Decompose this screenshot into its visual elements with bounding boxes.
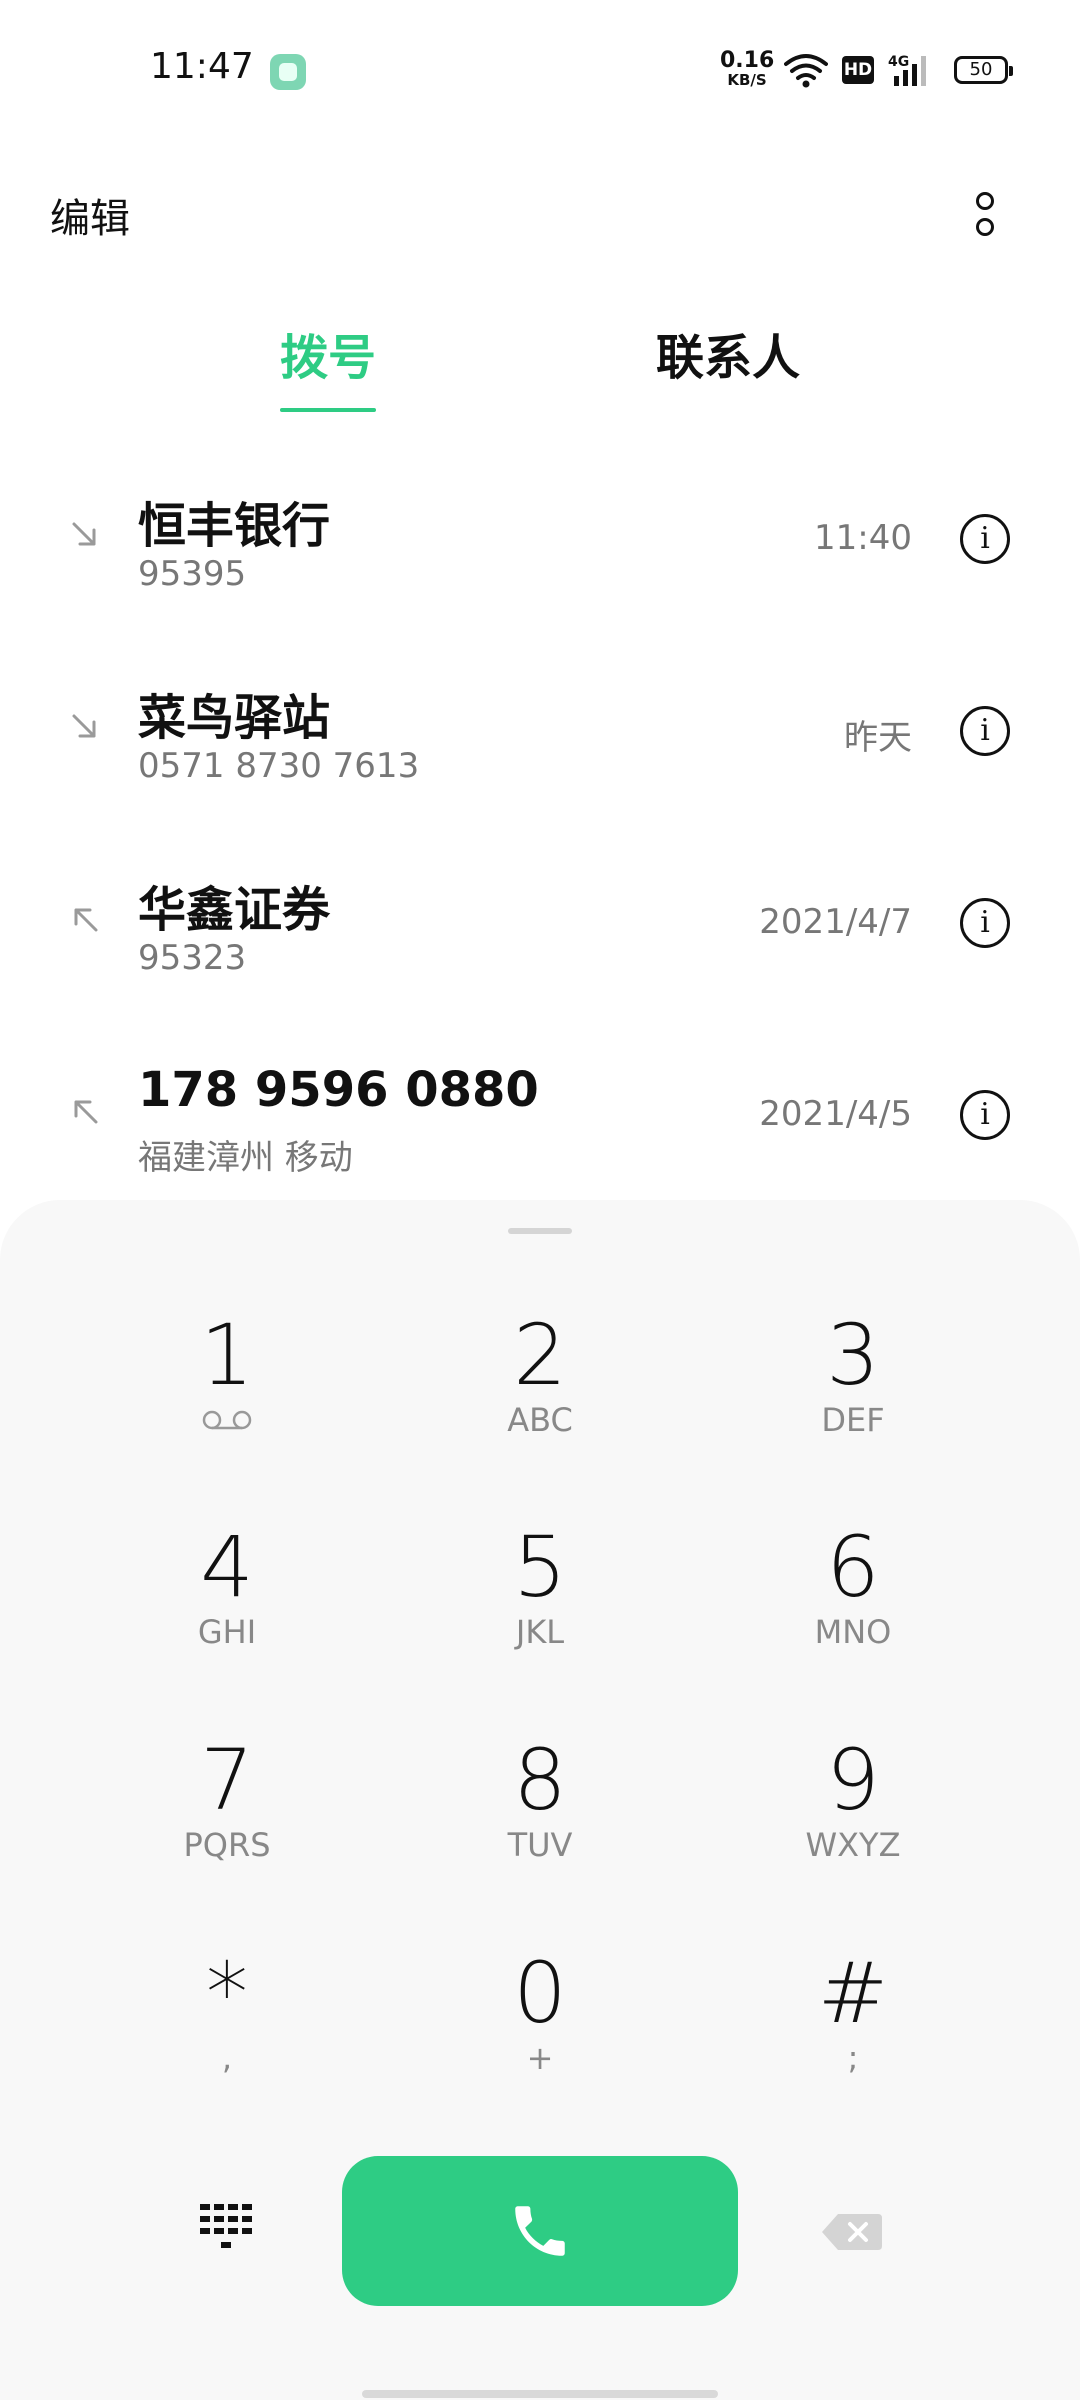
- call-log-row[interactable]: 华鑫证券 95323 2021/4/7 i: [0, 834, 1080, 1026]
- dial-key-digit: 2: [513, 1306, 567, 1404]
- cell-signal-icon: 4G: [888, 54, 926, 86]
- call-log-row[interactable]: 菜鸟驿站 0571 8730 7613 昨天 i: [0, 642, 1080, 834]
- backspace-icon[interactable]: [820, 2212, 884, 2252]
- network-type-label: 4G: [888, 54, 909, 70]
- call-log-number: 95323: [138, 938, 247, 978]
- dial-key-letters: JKL: [515, 1613, 565, 1651]
- network-speed: 0.16 KB/S: [720, 48, 775, 89]
- wifi-icon: [784, 54, 828, 88]
- dial-key-digit: 3: [826, 1306, 880, 1404]
- dial-key-3[interactable]: 3 DEF: [733, 1310, 973, 1480]
- call-log-time: 11:40: [814, 518, 912, 558]
- dial-key-letters: MNO: [814, 1613, 892, 1651]
- dial-key-digit: 4: [200, 1518, 254, 1616]
- dial-key-letters: +: [526, 2039, 554, 2077]
- more-options-icon[interactable]: [960, 180, 1010, 250]
- dial-key-digit: *: [206, 1944, 248, 2042]
- info-icon[interactable]: i: [960, 514, 1010, 564]
- call-outgoing-icon: [74, 908, 98, 932]
- call-log-number: 0571 8730 7613: [138, 746, 420, 786]
- dial-key-8[interactable]: 8 TUV: [420, 1735, 660, 1905]
- call-outgoing-icon: [74, 1100, 98, 1124]
- dial-key-digit: #: [817, 1944, 889, 2042]
- dial-key-hash[interactable]: # ;: [733, 1948, 973, 2118]
- call-log-row[interactable]: 178 9596 0880 福建漳州 移动 2021/4/5 i: [0, 1026, 1080, 1218]
- call-log-location: 福建漳州 移动: [138, 1138, 353, 1178]
- dial-key-2[interactable]: 2 ABC: [420, 1310, 660, 1480]
- call-log-time: 昨天: [844, 718, 912, 758]
- tab-active-indicator: [280, 408, 376, 412]
- call-log-list: 恒丰银行 95395 11:40 i 菜鸟驿站 0571 8730 7613 昨…: [0, 450, 1080, 1218]
- call-log-name: 178 9596 0880: [138, 1062, 539, 1118]
- dial-key-letters: PQRS: [183, 1826, 271, 1864]
- dial-key-digit: 0: [513, 1944, 567, 2042]
- dial-key-digit: 5: [513, 1518, 567, 1616]
- dial-key-letters: DEF: [821, 1401, 885, 1439]
- dial-key-letters: TUV: [507, 1826, 573, 1864]
- dial-key-letters: ;: [847, 2039, 859, 2077]
- dial-key-digit: 6: [826, 1518, 880, 1616]
- status-time: 11:47: [150, 46, 254, 87]
- dialpad-drag-handle[interactable]: [508, 1228, 572, 1234]
- dial-key-star[interactable]: * ,: [107, 1948, 347, 2118]
- network-speed-value: 0.16: [720, 48, 775, 73]
- info-icon[interactable]: i: [960, 898, 1010, 948]
- dial-key-letters: GHI: [197, 1613, 257, 1651]
- dial-key-0[interactable]: 0 +: [420, 1948, 660, 2118]
- tab-contacts[interactable]: 联系人: [656, 318, 800, 388]
- call-log-row[interactable]: 恒丰银行 95395 11:40 i: [0, 450, 1080, 642]
- app-notification-icon: [270, 54, 306, 90]
- call-log-name: 华鑫证券: [138, 882, 331, 938]
- phone-icon: [515, 2206, 565, 2256]
- network-speed-unit: KB/S: [727, 71, 767, 89]
- dial-key-letters: ,: [221, 2039, 233, 2077]
- dial-key-1[interactable]: 1: [107, 1310, 347, 1480]
- call-button[interactable]: [342, 2156, 738, 2306]
- dial-key-digit: 1: [200, 1306, 254, 1404]
- dial-key-letters: ABC: [507, 1401, 573, 1439]
- call-log-name: 菜鸟驿站: [138, 690, 331, 746]
- call-log-time: 2021/4/7: [759, 902, 912, 942]
- call-log-number: 95395: [138, 554, 247, 594]
- call-log-time: 2021/4/5: [759, 1094, 912, 1134]
- dial-key-digit: 8: [513, 1731, 567, 1829]
- tab-dial[interactable]: 拨号: [280, 318, 376, 388]
- dial-key-6[interactable]: 6 MNO: [733, 1522, 973, 1692]
- info-icon[interactable]: i: [960, 706, 1010, 756]
- home-indicator[interactable]: [362, 2390, 718, 2398]
- status-bar: 11:47 0.16 KB/S HD 4G 50: [0, 0, 1080, 140]
- call-incoming-icon: [72, 522, 96, 546]
- dial-key-4[interactable]: 4 GHI: [107, 1522, 347, 1692]
- call-incoming-icon: [72, 714, 96, 738]
- call-log-name: 恒丰银行: [138, 498, 331, 554]
- hd-voice-icon: HD: [842, 56, 874, 84]
- edit-button[interactable]: 编辑: [50, 186, 130, 244]
- dial-key-9[interactable]: 9 WXYZ: [733, 1735, 973, 1905]
- dial-key-5[interactable]: 5 JKL: [420, 1522, 660, 1692]
- dial-key-7[interactable]: 7 PQRS: [107, 1735, 347, 1905]
- dial-key-letters: WXYZ: [805, 1826, 901, 1864]
- info-icon[interactable]: i: [960, 1090, 1010, 1140]
- voicemail-icon: [202, 1410, 252, 1430]
- dialpad-icon[interactable]: [196, 2200, 256, 2256]
- dial-key-digit: 7: [200, 1731, 254, 1829]
- dial-key-digit: 9: [826, 1731, 880, 1829]
- battery-indicator: 50: [954, 56, 1013, 84]
